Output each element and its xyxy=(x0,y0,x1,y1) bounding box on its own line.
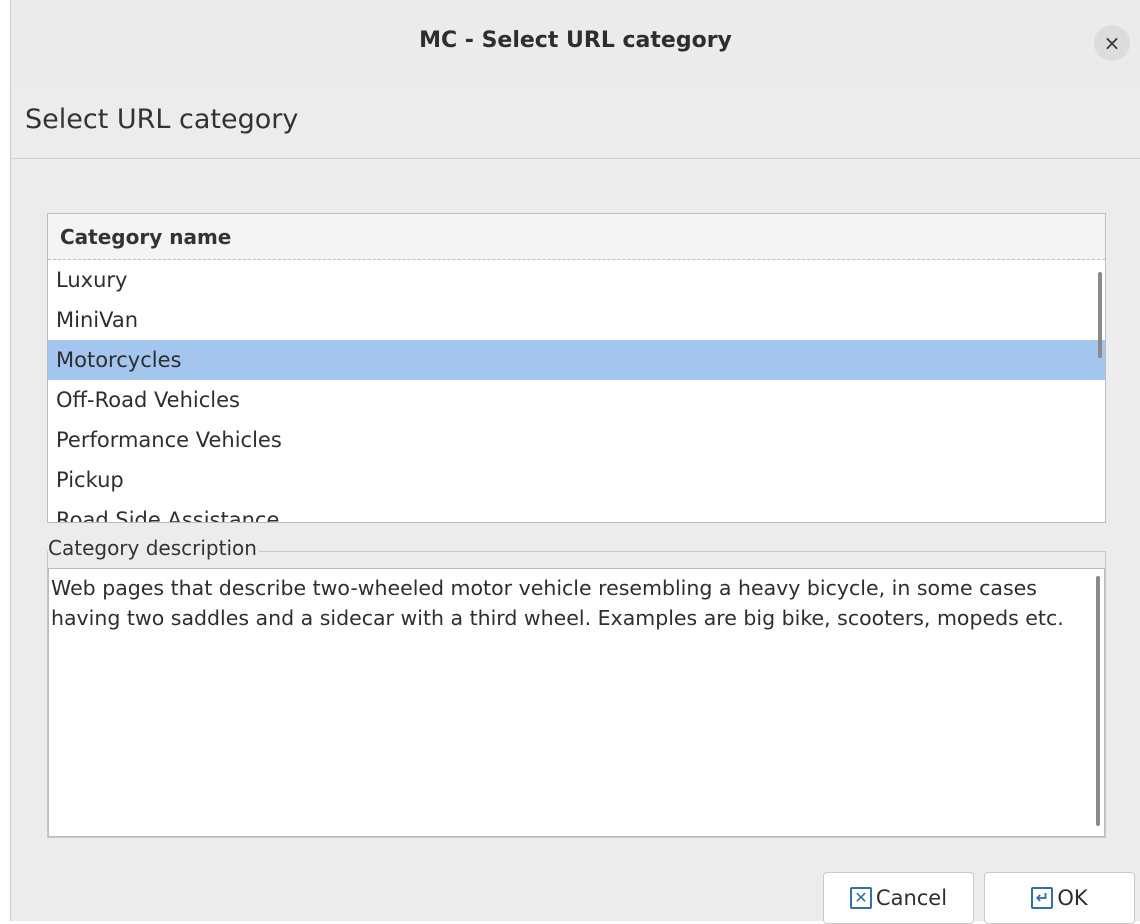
cancel-button-label: Cancel xyxy=(875,886,948,910)
list-item[interactable]: Luxury xyxy=(48,260,1095,300)
close-button[interactable]: × xyxy=(1094,25,1130,61)
description-label: Category description xyxy=(48,536,259,560)
list-item[interactable]: Pickup xyxy=(48,460,1095,500)
list-item[interactable]: Performance Vehicles xyxy=(48,420,1095,460)
list-item[interactable]: Motorcycles xyxy=(48,340,1105,380)
description-text: Web pages that describe two-wheeled moto… xyxy=(48,568,1105,837)
cancel-button[interactable]: ✕ Cancel xyxy=(823,872,974,924)
description-scrollbar-thumb[interactable] xyxy=(1096,576,1100,826)
close-icon: × xyxy=(1103,31,1121,55)
ok-button[interactable]: ↵ OK xyxy=(984,872,1135,924)
category-list[interactable]: Category name Luxury MiniVan Motorcycles… xyxy=(47,213,1106,523)
description-group: Category description Web pages that desc… xyxy=(47,536,1106,838)
window-title: MC - Select URL category xyxy=(419,28,732,53)
ok-button-label: OK xyxy=(1057,886,1088,910)
list-item[interactable]: Off-Road Vehicles xyxy=(48,380,1095,420)
category-list-items: Luxury MiniVan Motorcycles Off-Road Vehi… xyxy=(48,260,1105,522)
title-bar[interactable]: MC - Select URL category × xyxy=(11,0,1140,86)
x-box-icon: ✕ xyxy=(849,887,872,909)
list-item[interactable]: MiniVan xyxy=(48,300,1095,340)
dialog-header: Select URL category xyxy=(11,86,1140,159)
list-item[interactable]: Road Side Assistance xyxy=(48,500,1095,522)
list-scrollbar-thumb[interactable] xyxy=(1098,272,1102,358)
dialog-window: MC - Select URL category × Select URL ca… xyxy=(10,0,1140,924)
enter-icon: ↵ xyxy=(1031,887,1054,909)
column-header-category-name[interactable]: Category name xyxy=(48,214,1105,260)
header-title: Select URL category xyxy=(25,104,299,135)
